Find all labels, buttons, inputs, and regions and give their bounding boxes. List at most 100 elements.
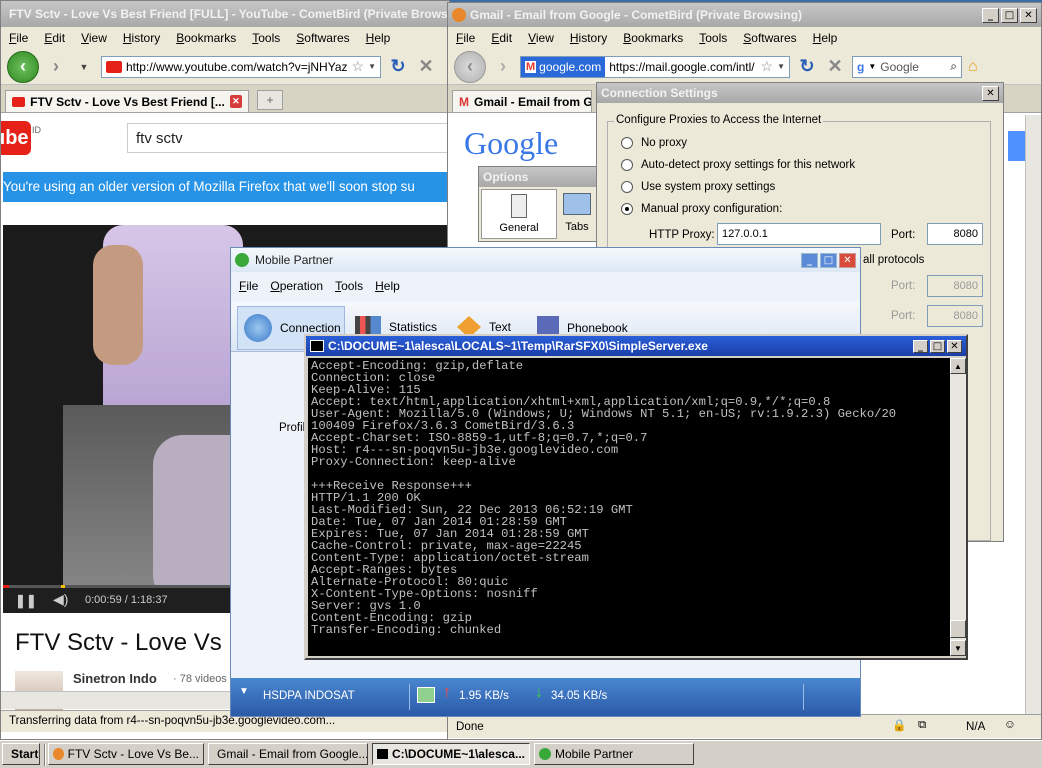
reload-icon[interactable]: ↻ (387, 56, 409, 78)
window-title: Mobile Partner (255, 253, 334, 267)
youtube-logo[interactable]: ube (1, 121, 31, 155)
search-icon[interactable]: ⌕ (950, 59, 957, 74)
menu-view[interactable]: View (528, 31, 554, 45)
youtube-tab[interactable]: FTV Sctv - Love Vs Best Friend [... ✕ (5, 90, 249, 112)
close-tab-icon[interactable]: ✕ (229, 95, 242, 108)
menu-file[interactable]: File (239, 279, 258, 293)
forward-button[interactable]: › (492, 56, 514, 78)
minimize-button[interactable]: _ (982, 7, 999, 23)
close-button[interactable]: ✕ (1020, 7, 1037, 23)
auto-detect-option[interactable]: Auto-detect proxy settings for this netw… (621, 159, 855, 171)
new-tab-button[interactable]: + (257, 90, 283, 110)
close-button[interactable]: ✕ (947, 339, 962, 353)
taskbar-item-mobile-partner[interactable]: Mobile Partner (534, 743, 694, 765)
http-proxy-input[interactable]: 127.0.0.1 (717, 223, 881, 245)
youtube-search-input[interactable]: ftv sctv (127, 123, 449, 153)
gmail-window-titlebar[interactable]: Gmail - Email from Google - CometBird (P… (448, 3, 1041, 27)
reload-icon[interactable]: ↻ (796, 56, 818, 78)
port-input-2[interactable]: 8080 (927, 275, 983, 297)
gmail-url-bar[interactable]: M google.com https://mail.google.com/int… (520, 55, 790, 78)
options-tabs-pane[interactable]: Tabs (557, 189, 597, 239)
gmail-tab[interactable]: M Gmail - Email from G (452, 90, 592, 112)
youtube-region-label: ID (32, 125, 41, 135)
url-text: https://mail.google.com/intl/ (609, 59, 755, 74)
youtube-window-titlebar[interactable]: FTV Sctv - Love Vs Best Friend [FULL] - … (1, 1, 449, 27)
menu-tools[interactable]: Tools (335, 279, 363, 293)
history-dropdown-icon[interactable]: ▼ (73, 56, 95, 78)
menu-edit[interactable]: Edit (491, 31, 512, 45)
search-engine-dropdown-icon[interactable]: ▼ (868, 62, 876, 71)
console-vscroll[interactable]: ▲ ▼ (950, 358, 966, 656)
scroll-thumb[interactable] (950, 620, 966, 638)
menu-file[interactable]: File (456, 31, 475, 45)
maximize-button[interactable]: □ (1001, 7, 1018, 23)
auto-detect-radio[interactable] (621, 159, 633, 171)
connection-titlebar[interactable]: Connection Settings ✕ (597, 83, 1003, 103)
home-icon[interactable]: ⌂ (968, 58, 978, 76)
port-label: Port: (891, 229, 916, 241)
mobile-partner-icon (539, 748, 551, 760)
menu-softwares[interactable]: Softwares (743, 31, 796, 45)
menu-history[interactable]: History (123, 31, 160, 45)
url-dropdown-icon[interactable]: ▼ (777, 62, 785, 71)
options-titlebar[interactable]: Options (479, 167, 597, 187)
menu-help[interactable]: Help (375, 279, 400, 293)
menu-tools[interactable]: Tools (699, 31, 727, 45)
pause-icon[interactable]: ❚❚ (15, 593, 37, 609)
menu-edit[interactable]: Edit (44, 31, 65, 45)
volume-icon[interactable]: ◀) (53, 591, 68, 608)
forward-button[interactable]: › (45, 56, 67, 78)
no-proxy-option[interactable]: No proxy (621, 137, 687, 149)
channel-name[interactable]: Sinetron Indo (73, 671, 157, 686)
system-proxy-option[interactable]: Use system proxy settings (621, 181, 775, 193)
taskbar-item-youtube[interactable]: FTV Sctv - Love Vs Be... (48, 743, 204, 765)
taskbar-item-gmail[interactable]: Gmail - Email from Google... (208, 743, 368, 765)
http-proxy-value: 127.0.0.1 (722, 228, 768, 240)
close-button[interactable]: ✕ (982, 85, 999, 101)
menu-help[interactable]: Help (813, 31, 838, 45)
menu-history[interactable]: History (570, 31, 607, 45)
console-titlebar[interactable]: C:\DOCUME~1\alesca\LOCALS~1\Temp\RarSFX0… (306, 336, 966, 356)
start-button[interactable]: Start (2, 743, 40, 765)
console-output[interactable]: Accept-Encoding: gzip,deflate Connection… (308, 358, 950, 656)
url-dropdown-icon[interactable]: ▼ (368, 62, 376, 71)
bookmark-star-icon[interactable]: ☆ (761, 58, 774, 75)
menu-tools[interactable]: Tools (252, 31, 280, 45)
menu-view[interactable]: View (81, 31, 107, 45)
minimize-button[interactable]: _ (913, 339, 928, 353)
site-identity-badge[interactable]: M google.com (521, 56, 606, 77)
back-button[interactable]: ‹ (454, 50, 486, 83)
options-general-pane[interactable]: General (481, 189, 557, 239)
menu-operation[interactable]: Operation (270, 279, 323, 293)
mobile-partner-titlebar[interactable]: Mobile Partner _ □ ✕ (231, 248, 860, 272)
user-icon[interactable]: ☺ (1004, 718, 1016, 731)
scroll-up-icon[interactable]: ▲ (950, 358, 966, 374)
taskbar: Start FTV Sctv - Love Vs Be... Gmail - E… (0, 740, 1042, 768)
stop-icon[interactable]: ✕ (824, 56, 846, 78)
port-value-2: 8080 (953, 280, 978, 292)
stop-icon[interactable]: ✕ (415, 56, 437, 78)
scroll-down-icon[interactable]: ▼ (950, 640, 966, 656)
menu-bookmarks[interactable]: Bookmarks (623, 31, 683, 45)
maximize-button[interactable]: □ (930, 339, 945, 353)
port-input-3[interactable]: 8080 (927, 305, 983, 327)
menu-help[interactable]: Help (366, 31, 391, 45)
port-input[interactable]: 8080 (927, 223, 983, 245)
addon-icon[interactable]: ⧉ (918, 718, 926, 732)
system-proxy-radio[interactable] (621, 181, 633, 193)
search-engine-box[interactable]: g ▼ Google ⌕ (852, 55, 962, 78)
no-proxy-radio[interactable] (621, 137, 633, 149)
minimize-button[interactable]: _ (801, 252, 818, 268)
manual-proxy-radio[interactable] (621, 203, 633, 215)
manual-proxy-option[interactable]: Manual proxy configuration: (621, 203, 782, 215)
close-button[interactable]: ✕ (839, 252, 856, 268)
gmail-vscroll[interactable] (1025, 115, 1041, 715)
youtube-url-bar[interactable]: http://www.youtube.com/watch?v=jNHYaz ☆ … (101, 55, 381, 78)
back-button[interactable]: ‹ (7, 50, 39, 83)
taskbar-item-console[interactable]: C:\DOCUME~1\alesca... (372, 743, 530, 765)
menu-bookmarks[interactable]: Bookmarks (176, 31, 236, 45)
menu-file[interactable]: File (9, 31, 28, 45)
maximize-button[interactable]: □ (820, 252, 837, 268)
bookmark-star-icon[interactable]: ☆ (352, 58, 365, 75)
menu-softwares[interactable]: Softwares (296, 31, 349, 45)
